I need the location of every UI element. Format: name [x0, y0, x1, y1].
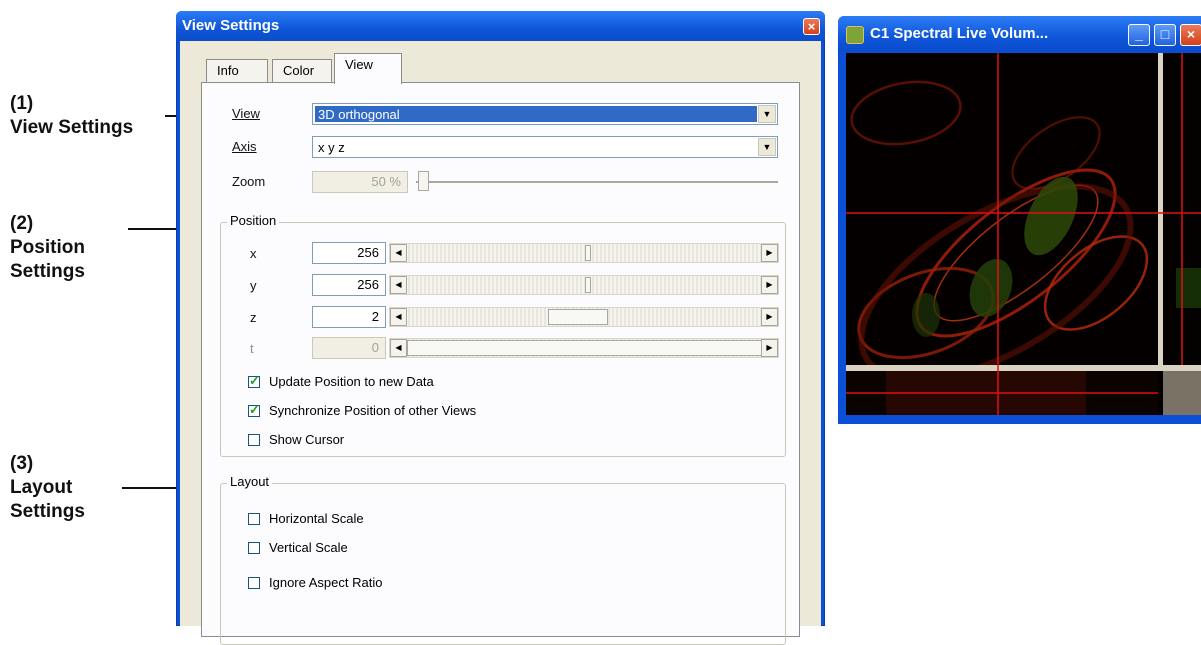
- scroll-left-icon[interactable]: ◀: [390, 308, 407, 326]
- position-z-scrollbar[interactable]: ◀ ▶: [389, 307, 779, 327]
- scroll-left-icon[interactable]: ◀: [390, 244, 407, 262]
- minimize-button[interactable]: _: [1128, 24, 1150, 46]
- position-y-scrollbar[interactable]: ◀ ▶: [389, 275, 779, 295]
- chevron-down-icon[interactable]: ▼: [758, 105, 776, 123]
- checkbox-box[interactable]: [248, 434, 260, 446]
- scroll-right-icon[interactable]: ▶: [761, 244, 778, 262]
- view-tab-panel: View 3D orthogonal ▼ Axis x y z ▼ Zoom 5…: [201, 82, 800, 645]
- annotation-view-settings: (1) View Settings: [10, 92, 133, 140]
- update-position-checkbox[interactable]: Update Position to new Data: [248, 373, 434, 389]
- position-t-label: t: [250, 341, 254, 356]
- close-button[interactable]: ×: [803, 18, 820, 35]
- position-x-label: x: [250, 246, 257, 261]
- checkbox-label: Update Position to new Data: [269, 374, 434, 389]
- close-button[interactable]: ×: [1180, 24, 1201, 46]
- zoom-slider-track[interactable]: [416, 181, 778, 184]
- position-x-thumb[interactable]: [585, 245, 591, 261]
- annotation-text-line1: Layout: [10, 477, 73, 498]
- scroll-right-icon[interactable]: ▶: [761, 308, 778, 326]
- annotation-text-line1: Position: [10, 237, 85, 258]
- app-icon: [846, 26, 864, 44]
- position-y-thumb[interactable]: [585, 277, 591, 293]
- axis-select[interactable]: x y z ▼: [312, 136, 778, 158]
- view-settings-dialog: View Settings × Info Color View View 3D …: [176, 11, 825, 645]
- live-volume-window: C1 Spectral Live Volum... _ □ ×: [838, 16, 1201, 424]
- annotation-number: (3): [10, 453, 34, 474]
- live-window-title: C1 Spectral Live Volum...: [870, 25, 1049, 42]
- image-background: [846, 53, 1201, 415]
- dialog-body: Info Color View View 3D orthogonal ▼ Axi…: [180, 41, 821, 645]
- scroll-right-icon: ▶: [761, 339, 778, 357]
- checkbox-box[interactable]: [248, 542, 260, 554]
- annotation-number: (1): [10, 93, 34, 114]
- annotation-layout-settings: (3) Layout Settings: [10, 452, 85, 524]
- checkbox-label: Show Cursor: [269, 432, 345, 447]
- view-mode-value: 3D orthogonal: [315, 106, 757, 122]
- checkbox-box[interactable]: [248, 373, 260, 389]
- checkbox-label: Synchronize Position of other Views: [269, 403, 477, 418]
- orthogonal-view-canvas[interactable]: [846, 53, 1201, 415]
- position-t-field: 0: [312, 337, 386, 359]
- layout-group: [220, 483, 786, 645]
- zoom-label: Zoom: [232, 174, 266, 189]
- axis-value: x y z: [318, 140, 345, 155]
- tab-view[interactable]: View: [334, 53, 402, 84]
- layout-group-title: Layout: [227, 474, 273, 489]
- divider-vertical: [1158, 53, 1163, 365]
- checkbox-label: Ignore Aspect Ratio: [269, 575, 383, 590]
- dialog-titlebar[interactable]: View Settings ×: [176, 11, 825, 41]
- synchronize-position-checkbox[interactable]: Synchronize Position of other Views: [248, 402, 477, 418]
- corner-panel: [1163, 371, 1201, 415]
- tab-color[interactable]: Color: [272, 59, 332, 83]
- checkbox-label: Vertical Scale: [269, 540, 348, 555]
- position-y-field[interactable]: 256: [312, 274, 386, 296]
- tab-info[interactable]: Info: [206, 59, 268, 83]
- axis-label: Axis: [232, 139, 257, 154]
- scroll-left-icon: ◀: [390, 339, 407, 357]
- position-z-thumb[interactable]: [547, 309, 608, 325]
- position-z-label: z: [250, 310, 257, 325]
- position-t-scrollbar: ◀ ▶: [389, 338, 779, 358]
- ignore-aspect-ratio-checkbox[interactable]: Ignore Aspect Ratio: [248, 575, 382, 590]
- annotation-number: (2): [10, 213, 34, 234]
- divider-horizontal: [846, 365, 1201, 371]
- position-t-thumb: [407, 340, 763, 356]
- live-window-titlebar[interactable]: C1 Spectral Live Volum... _ □ ×: [838, 16, 1201, 52]
- show-cursor-checkbox[interactable]: Show Cursor: [248, 432, 344, 447]
- zoom-slider-thumb[interactable]: [418, 171, 429, 191]
- annotation-text: View Settings: [10, 117, 134, 138]
- maximize-button[interactable]: □: [1154, 24, 1176, 46]
- position-x-field[interactable]: 256: [312, 242, 386, 264]
- position-z-field[interactable]: 2: [312, 306, 386, 328]
- dialog-title: View Settings: [182, 17, 280, 34]
- vertical-scale-checkbox[interactable]: Vertical Scale: [248, 540, 348, 555]
- annotation-position-settings: (2) Position Settings: [10, 212, 85, 284]
- checkbox-box[interactable]: [248, 577, 260, 589]
- checkbox-box[interactable]: [248, 402, 260, 418]
- annotation-text-line2: Settings: [10, 501, 85, 522]
- position-x-scrollbar[interactable]: ◀ ▶: [389, 243, 779, 263]
- scroll-right-icon[interactable]: ▶: [761, 276, 778, 294]
- checkbox-label: Horizontal Scale: [269, 511, 364, 526]
- scroll-left-icon[interactable]: ◀: [390, 276, 407, 294]
- view-label: View: [232, 106, 260, 121]
- view-mode-select[interactable]: 3D orthogonal ▼: [312, 103, 778, 125]
- horizontal-scale-checkbox[interactable]: Horizontal Scale: [248, 511, 364, 526]
- position-group-title: Position: [227, 213, 280, 228]
- zoom-field: 50 %: [312, 171, 408, 193]
- checkbox-box[interactable]: [248, 513, 260, 525]
- chevron-down-icon[interactable]: ▼: [758, 138, 776, 156]
- position-y-label: y: [250, 278, 257, 293]
- annotation-text-line2: Settings: [10, 261, 85, 282]
